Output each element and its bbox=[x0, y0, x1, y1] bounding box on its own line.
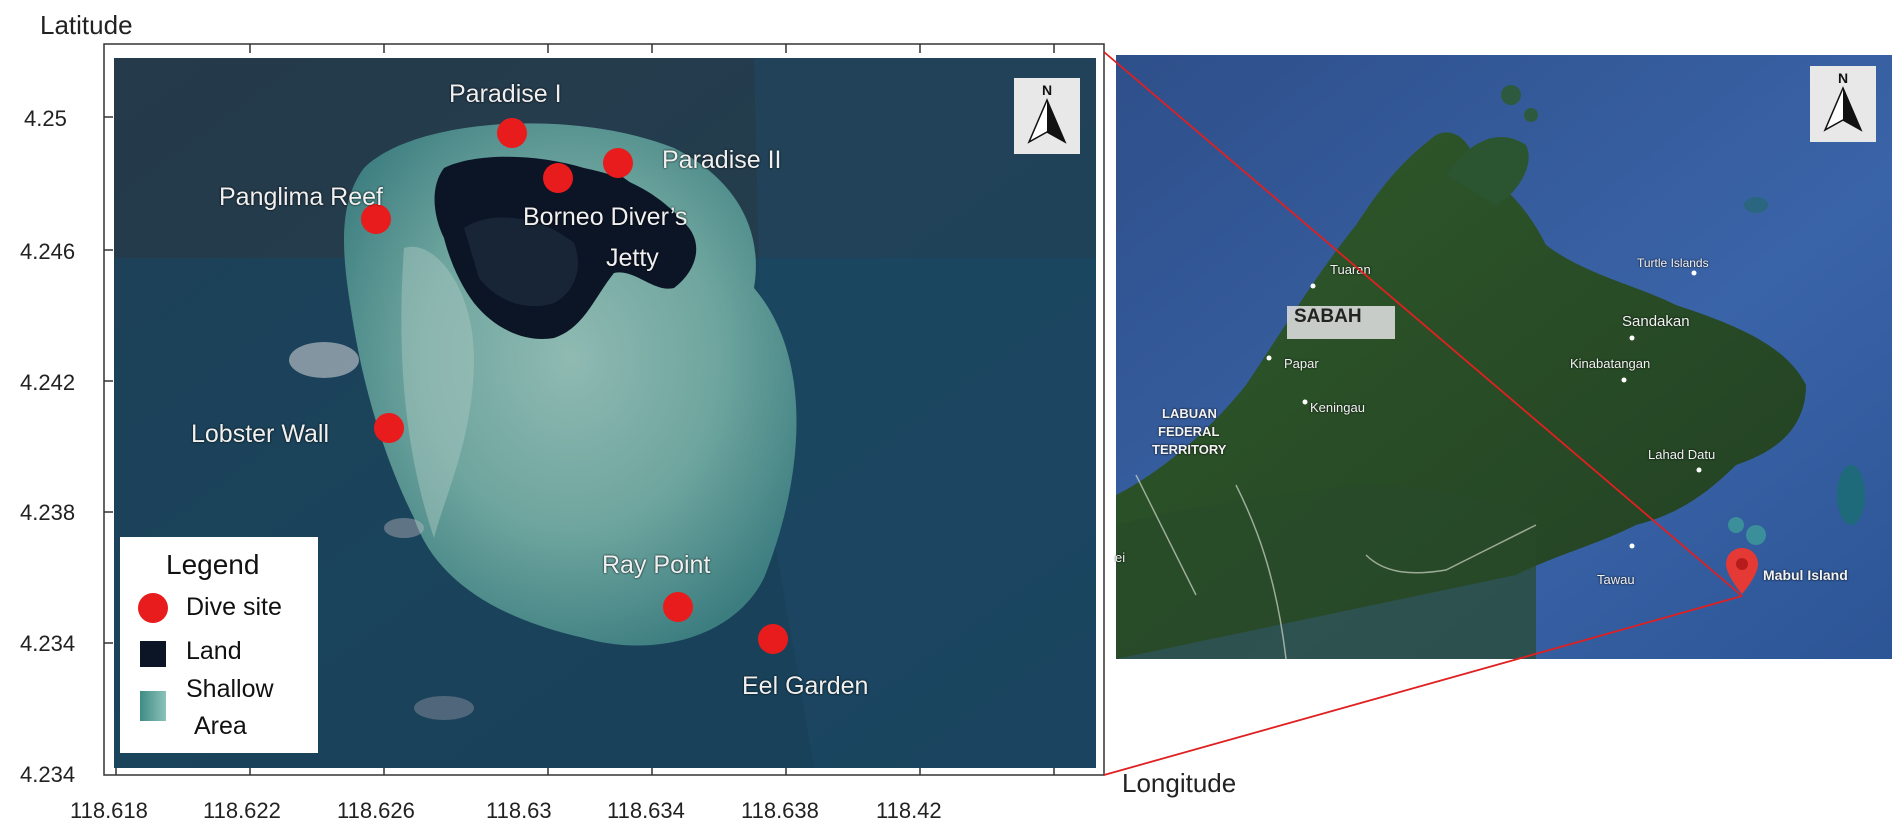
inset-connector-lines bbox=[1103, 51, 1743, 776]
